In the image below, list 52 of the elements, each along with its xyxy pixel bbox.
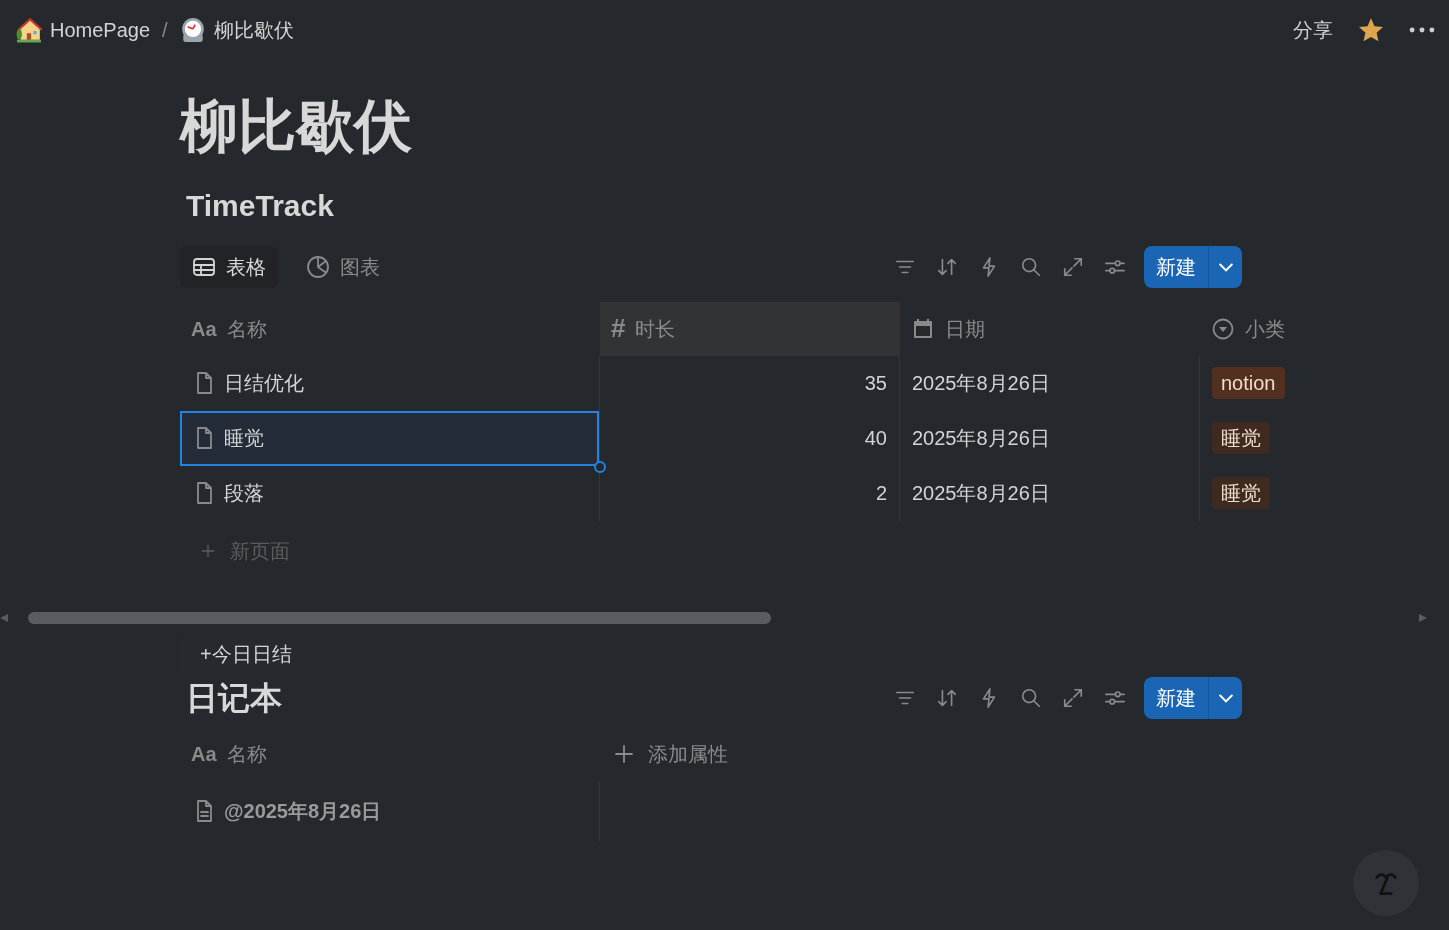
duration-value: 35 (864, 371, 887, 397)
page-name: @2025年8月26日 (224, 798, 382, 824)
house-icon (16, 17, 42, 43)
scroll-left-icon[interactable] (0, 611, 8, 624)
column-header: 名称 (226, 316, 267, 342)
slash-separator: / (162, 18, 168, 43)
pie-chart-icon (306, 254, 330, 279)
column-header: 小类 (1245, 316, 1285, 342)
share-button[interactable]: 分享 (1293, 15, 1333, 45)
page-title: 柳比歇伏 (180, 94, 413, 158)
star-icon (1357, 16, 1385, 44)
column-header-cell[interactable]: # 时长 (600, 301, 900, 356)
page-name: 段落 (224, 481, 264, 507)
clock-icon (179, 17, 206, 43)
section-heading: TimeTrack (186, 187, 335, 224)
add-property-link[interactable]: 添加属性 (648, 738, 728, 769)
page-name: 睡觉 (224, 426, 264, 452)
expand-icon (1062, 686, 1084, 709)
view-tab[interactable]: 表格 (180, 245, 278, 288)
section-heading: 日记本 (186, 678, 282, 717)
favorite-button[interactable] (1357, 16, 1385, 44)
more-icon (1409, 27, 1435, 33)
breadcrumb-link[interactable]: 柳比歇伏 (179, 15, 294, 45)
duration-value: 2 (875, 481, 887, 507)
expand-icon (1062, 255, 1084, 278)
select-icon (1211, 316, 1235, 341)
page-name: 日结优化 (224, 371, 304, 397)
type-label: Aa (191, 316, 217, 342)
calendar-icon (911, 316, 935, 341)
date-value: 2025年8月26日 (912, 371, 1050, 397)
more-button[interactable] (1409, 27, 1435, 33)
column-header: 时长 (635, 316, 676, 342)
tag-label: 睡觉 (1212, 422, 1270, 455)
scroll-right-icon[interactable] (1419, 611, 1427, 624)
column-header: 日期 (945, 316, 985, 342)
tag-label: notion (1212, 367, 1285, 400)
type-label: # (611, 312, 626, 346)
resize-handle[interactable] (594, 460, 606, 473)
search-icon (1020, 686, 1042, 709)
view-tab[interactable]: 图表 (294, 245, 392, 288)
scrollbar-thumb[interactable] (28, 611, 771, 624)
type-label: Aa (191, 741, 217, 767)
duration-value: 40 (864, 426, 887, 452)
column-header-cell[interactable]: Aa 名称 (180, 301, 600, 356)
column-header-cell[interactable]: 日期 (900, 301, 1200, 356)
search-icon (1020, 255, 1042, 278)
date-value: 2025年8月26日 (912, 426, 1050, 452)
column-header-cell[interactable]: 小类 (1200, 301, 1449, 356)
tag-label: 睡觉 (1212, 477, 1270, 510)
column-header: 名称 (226, 741, 267, 767)
breadcrumb-link[interactable]: HomePage (16, 15, 151, 45)
date-value: 2025年8月26日 (912, 481, 1050, 507)
